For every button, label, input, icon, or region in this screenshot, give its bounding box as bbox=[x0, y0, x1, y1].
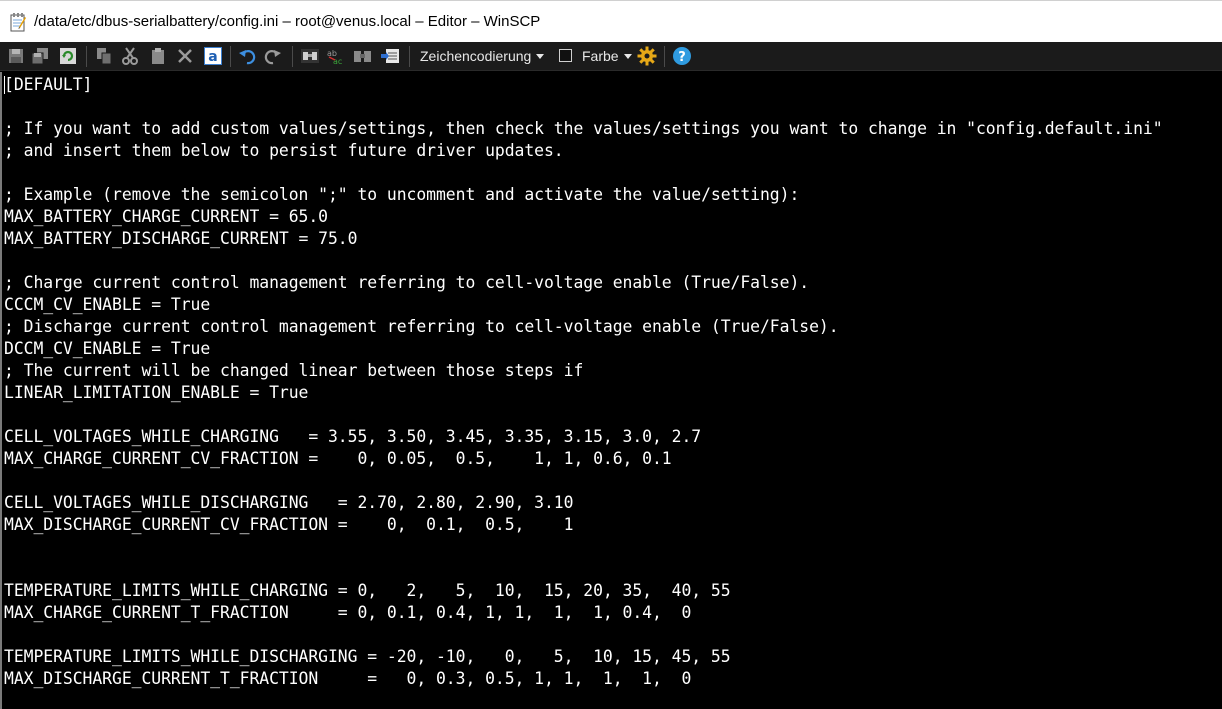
editor-line: LINEAR_LIMITATION_ENABLE = True bbox=[4, 383, 309, 402]
find-next-icon[interactable] bbox=[353, 46, 373, 66]
toolbar-separator bbox=[664, 46, 665, 67]
editor-line: CCCM_CV_ENABLE = True bbox=[4, 295, 211, 314]
toolbar-separator bbox=[230, 46, 231, 67]
editor-line: ; and insert them below to persist futur… bbox=[4, 141, 564, 160]
editor-line: MAX_DISCHARGE_CURRENT_T_FRACTION = 0, 0.… bbox=[4, 669, 692, 688]
chevron-down-icon bbox=[623, 53, 632, 59]
gear-icon[interactable] bbox=[637, 46, 657, 66]
copy-icon[interactable] bbox=[94, 46, 114, 66]
editor-toolbar: a ab ac Zeichencodierung Farbe ? bbox=[0, 42, 1222, 71]
editor-line: TEMPERATURE_LIMITS_WHILE_CHARGING = 0, 2… bbox=[4, 581, 731, 600]
replace-icon[interactable]: ab ac bbox=[326, 46, 346, 66]
save-icon[interactable] bbox=[6, 46, 26, 66]
font-icon[interactable]: a bbox=[203, 46, 223, 66]
editor-line: TEMPERATURE_LIMITS_WHILE_DISCHARGING = -… bbox=[4, 647, 731, 666]
toolbar-separator bbox=[292, 46, 293, 67]
svg-text:ac: ac bbox=[333, 57, 342, 65]
editor-line: CELL_VOLTAGES_WHILE_CHARGING = 3.55, 3.5… bbox=[4, 427, 702, 446]
editor-line: ; Charge current control management refe… bbox=[4, 273, 810, 292]
editor-line: [DEFAULT] bbox=[4, 75, 93, 94]
editor-line: DCCM_CV_ENABLE = True bbox=[4, 339, 211, 358]
editor-line: ; If you want to add custom values/setti… bbox=[4, 119, 1163, 138]
notepad-icon bbox=[10, 12, 26, 32]
cut-icon[interactable] bbox=[120, 46, 140, 66]
toolbar-separator bbox=[409, 46, 410, 67]
editor-line: MAX_DISCHARGE_CURRENT_CV_FRACTION = 0, 0… bbox=[4, 515, 574, 534]
color-label: Farbe bbox=[582, 48, 619, 64]
undo-icon[interactable] bbox=[237, 46, 257, 66]
encoding-dropdown[interactable]: Zeichencodierung bbox=[420, 48, 545, 64]
goto-line-icon[interactable] bbox=[380, 46, 400, 66]
color-checkbox[interactable] bbox=[559, 49, 572, 62]
help-icon[interactable]: ? bbox=[672, 46, 692, 66]
delete-icon[interactable] bbox=[175, 46, 195, 66]
editor-line: MAX_BATTERY_DISCHARGE_CURRENT = 75.0 bbox=[4, 229, 358, 248]
svg-text:?: ? bbox=[678, 50, 686, 65]
editor-line: MAX_CHARGE_CURRENT_CV_FRACTION = 0, 0.05… bbox=[4, 449, 672, 468]
encoding-label: Zeichencodierung bbox=[420, 48, 532, 64]
reload-icon[interactable] bbox=[58, 46, 78, 66]
find-icon[interactable] bbox=[300, 46, 320, 66]
title-bar: /data/etc/dbus-serialbattery/config.ini … bbox=[0, 0, 1222, 42]
editor-line: ; The current will be changed linear bet… bbox=[4, 361, 584, 380]
paste-icon[interactable] bbox=[148, 46, 168, 66]
editor-line: CELL_VOLTAGES_WHILE_DISCHARGING = 2.70, … bbox=[4, 493, 574, 512]
window-title: /data/etc/dbus-serialbattery/config.ini … bbox=[34, 13, 541, 30]
save-all-icon[interactable] bbox=[30, 46, 50, 66]
chevron-down-icon bbox=[536, 53, 545, 59]
editor-line: MAX_BATTERY_CHARGE_CURRENT = 65.0 bbox=[4, 207, 328, 226]
svg-text:a: a bbox=[208, 49, 217, 65]
redo-icon[interactable] bbox=[263, 46, 283, 66]
editor-line: ; Discharge current control management r… bbox=[4, 317, 839, 336]
text-editor[interactable]: [DEFAULT] ; If you want to add custom val… bbox=[0, 72, 1222, 709]
color-dropdown[interactable]: Farbe bbox=[582, 48, 632, 64]
editor-line: MAX_CHARGE_CURRENT_T_FRACTION = 0, 0.1, … bbox=[4, 603, 692, 622]
toolbar-separator bbox=[86, 46, 87, 67]
editor-line: ; Example (remove the semicolon ";" to u… bbox=[4, 185, 800, 204]
